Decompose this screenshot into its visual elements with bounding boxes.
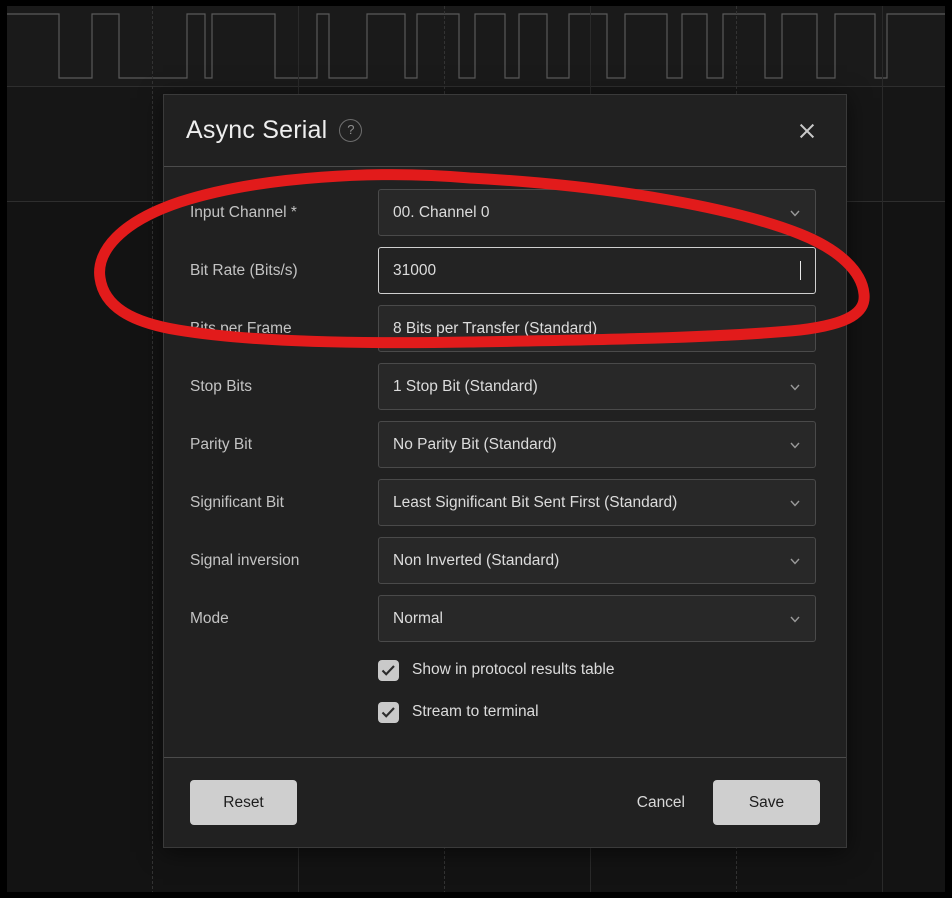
parity-bit-select[interactable]: No Parity Bit (Standard) (378, 421, 816, 468)
chevron-down-icon (789, 207, 801, 219)
select-value: 1 Stop Bit (Standard) (393, 377, 538, 395)
field-stop-bits: Stop Bits 1 Stop Bit (Standard) (190, 363, 816, 410)
significant-bit-select[interactable]: Least Significant Bit Sent First (Standa… (378, 479, 816, 526)
checkbox-show-in-protocol-results-table[interactable]: Show in protocol results table (378, 653, 816, 687)
time-gridline (882, 6, 883, 892)
input-value: 31000 (393, 261, 437, 279)
field-label: Parity Bit (190, 435, 253, 453)
field-signal-inversion: Signal inversion Non Inverted (Standard) (190, 537, 816, 584)
async-serial-dialog: Async Serial ? Input Channel * 00. Chann… (163, 94, 847, 848)
field-label: Signal inversion (190, 551, 300, 569)
save-button[interactable]: Save (713, 780, 820, 825)
checkbox-label: Show in protocol results table (412, 661, 615, 678)
mode-select[interactable]: Normal (378, 595, 816, 642)
field-mode: Mode Normal (190, 595, 816, 642)
reset-button[interactable]: Reset (190, 780, 297, 825)
stop-bits-select[interactable]: 1 Stop Bit (Standard) (378, 363, 816, 410)
select-value: Least Significant Bit Sent First (Standa… (393, 493, 678, 511)
field-label: Significant Bit (190, 493, 284, 511)
checkbox-label: Stream to terminal (412, 703, 539, 720)
select-value: Non Inverted (Standard) (393, 551, 560, 569)
chevron-down-icon (789, 555, 801, 567)
select-value: No Parity Bit (Standard) (393, 435, 557, 453)
field-label: Mode (190, 609, 229, 627)
dialog-title: Async Serial (186, 116, 328, 144)
field-input-channel: Input Channel * 00. Channel 0 (190, 189, 816, 236)
input-channel-select[interactable]: 00. Channel 0 (378, 189, 816, 236)
field-label: Bits per Frame (190, 319, 292, 337)
field-label: Input Channel * (190, 203, 297, 221)
chevron-down-icon (789, 613, 801, 625)
chevron-down-icon (789, 381, 801, 393)
waveform-pane (7, 6, 945, 86)
dialog-body: Input Channel * 00. Channel 0 Bit Rate (… (164, 167, 846, 757)
help-icon[interactable]: ? (339, 119, 363, 142)
text-caret (800, 261, 801, 280)
field-label: Stop Bits (190, 377, 253, 395)
time-gridline (152, 6, 153, 892)
checkbox-checked-icon (378, 659, 399, 681)
chevron-down-icon (789, 497, 801, 509)
digital-waveform (7, 13, 945, 79)
checkbox-stream-to-terminal[interactable]: Stream to terminal (378, 695, 816, 729)
dialog-header: Async Serial ? (164, 95, 846, 167)
dialog-footer: Reset Cancel Save (164, 757, 846, 847)
checkbox-checked-icon (378, 701, 399, 723)
bit-rate-input[interactable]: 31000 (378, 247, 816, 294)
field-significant-bit: Significant Bit Least Significant Bit Se… (190, 479, 816, 526)
field-bit-rate: Bit Rate (Bits/s) 31000 (190, 247, 816, 294)
select-value: Normal (393, 609, 443, 627)
screen-root: Async Serial ? Input Channel * 00. Chann… (0, 0, 952, 898)
chevron-down-icon (789, 439, 801, 451)
chevron-down-icon (789, 323, 801, 335)
close-icon[interactable] (790, 114, 824, 148)
field-bits-per-frame: Bits per Frame 8 Bits per Transfer (Stan… (190, 305, 816, 352)
cancel-button[interactable]: Cancel (621, 780, 701, 825)
field-parity-bit: Parity Bit No Parity Bit (Standard) (190, 421, 816, 468)
field-label: Bit Rate (Bits/s) (190, 261, 298, 279)
bits-per-frame-select[interactable]: 8 Bits per Transfer (Standard) (378, 305, 816, 352)
signal-inversion-select[interactable]: Non Inverted (Standard) (378, 537, 816, 584)
select-value: 8 Bits per Transfer (Standard) (393, 319, 598, 337)
select-value: 00. Channel 0 (393, 203, 490, 221)
